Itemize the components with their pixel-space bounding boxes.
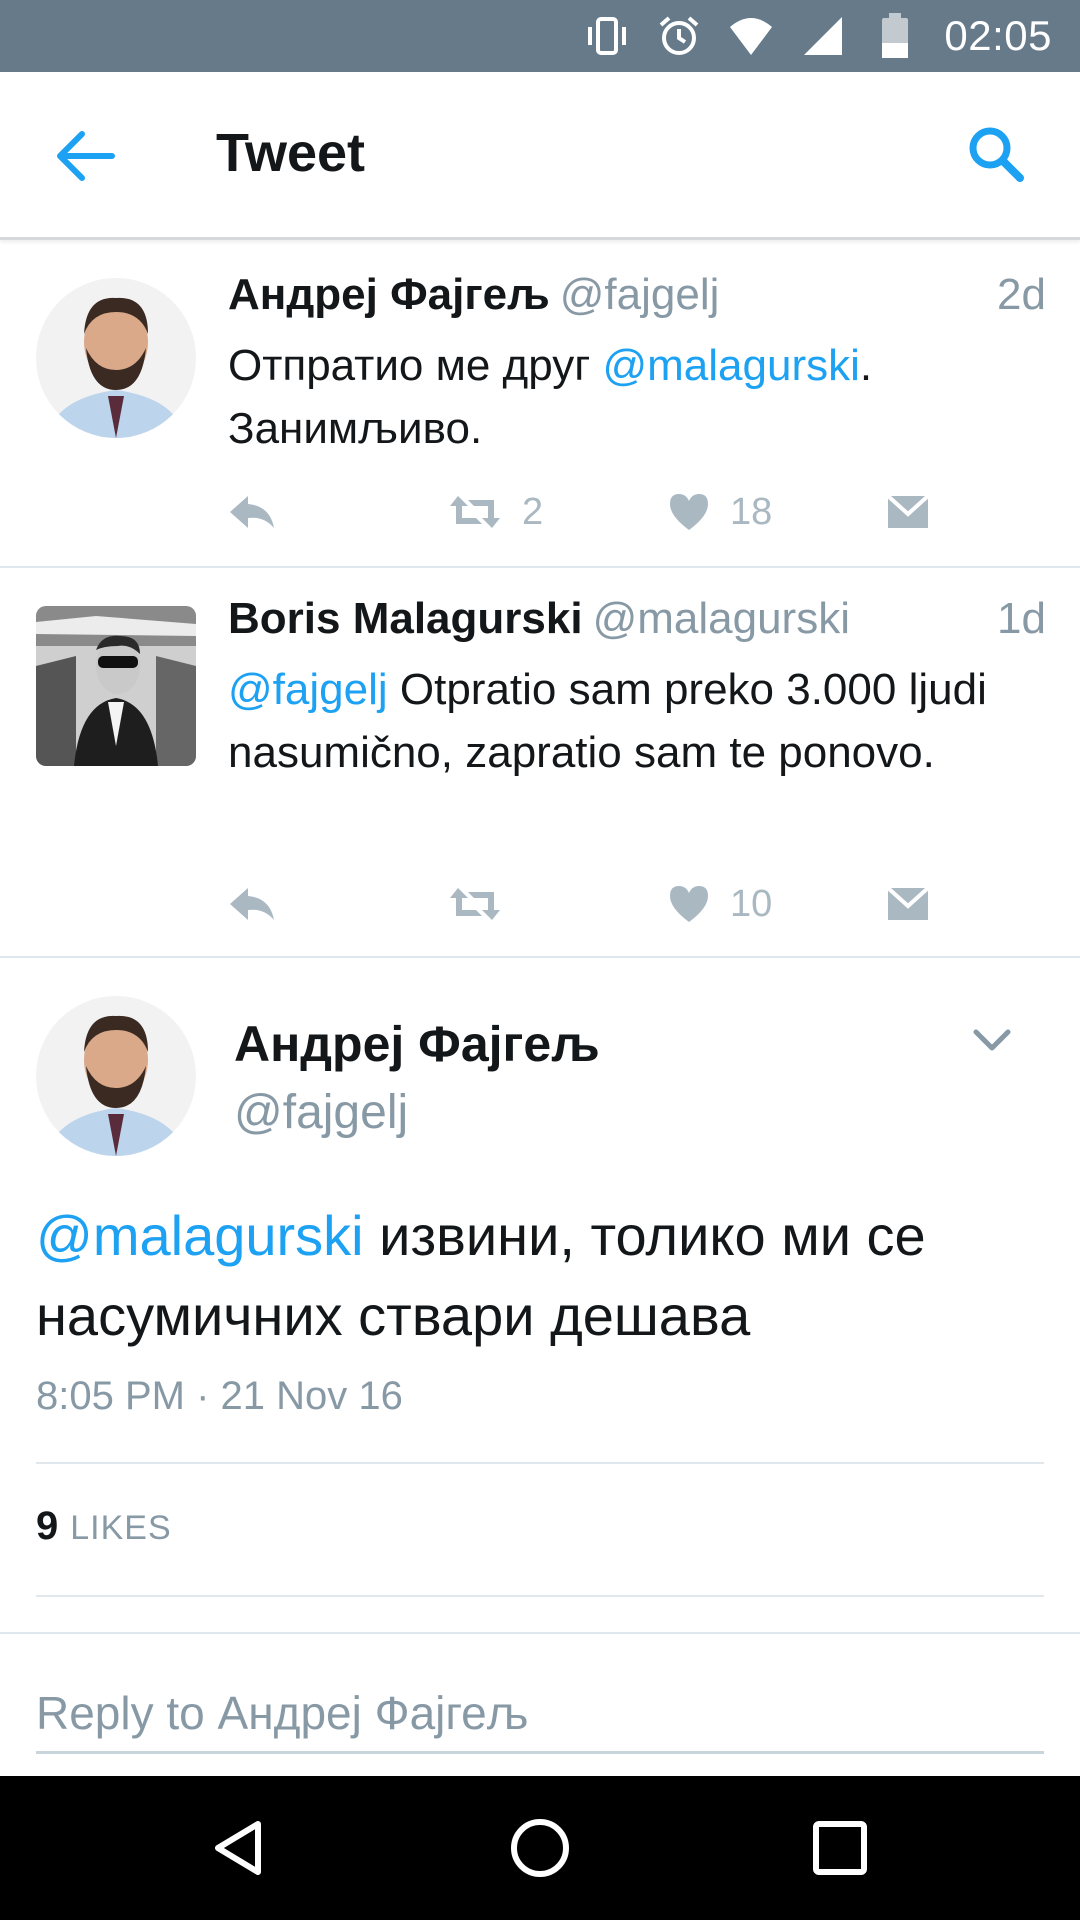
likes-count: 9 bbox=[36, 1504, 59, 1548]
mention-link[interactable]: @fajgelj bbox=[228, 665, 388, 714]
system-nav-bar bbox=[0, 1776, 1080, 1920]
avatar[interactable] bbox=[36, 606, 196, 766]
mention-link[interactable]: @malagurski bbox=[602, 341, 859, 390]
likes-summary[interactable]: 9 LIKES bbox=[36, 1504, 172, 1549]
heart-icon bbox=[670, 494, 708, 530]
heart-icon bbox=[670, 886, 708, 922]
signal-icon bbox=[800, 13, 846, 59]
reply-button[interactable] bbox=[228, 874, 276, 934]
retweet-button[interactable] bbox=[448, 874, 522, 934]
recents-square-icon[interactable] bbox=[808, 1816, 872, 1880]
page-title: Tweet bbox=[216, 123, 366, 183]
tweet-text-part: Отпратио ме друг bbox=[228, 341, 603, 390]
wifi-icon bbox=[728, 13, 774, 59]
reply-tweet-1[interactable]: Андреј Фајгељ @fajgelj 2d Отпратио ме дру… bbox=[0, 242, 1080, 568]
main-author-handle[interactable]: @fajgelj bbox=[234, 1085, 408, 1140]
home-circle-icon[interactable] bbox=[508, 1816, 572, 1880]
like-button[interactable]: 18 bbox=[668, 482, 772, 542]
envelope-icon bbox=[886, 494, 930, 528]
back-arrow-icon[interactable] bbox=[56, 128, 116, 184]
tweet-text: Отпратио ме друг @malagurski. Занимљиво. bbox=[228, 334, 1040, 460]
like-count: 18 bbox=[730, 490, 773, 533]
divider bbox=[36, 1595, 1044, 1597]
vibrate-icon bbox=[584, 13, 630, 59]
reply-composer bbox=[0, 1632, 1080, 1776]
tweet-author-handle[interactable]: @malagurski bbox=[593, 594, 850, 643]
tweet-timestamp: 8:05 PM · 21 Nov 16 bbox=[36, 1374, 403, 1418]
like-count: 10 bbox=[730, 882, 773, 925]
avatar[interactable] bbox=[36, 278, 196, 438]
direct-message-button[interactable] bbox=[886, 482, 930, 542]
like-button[interactable]: 10 bbox=[668, 874, 772, 934]
tweet-author-name[interactable]: Boris Malagurski bbox=[228, 594, 583, 643]
reply-input[interactable] bbox=[36, 1674, 1044, 1754]
back-triangle-icon[interactable] bbox=[208, 1816, 272, 1880]
reply-tweet-2[interactable]: Boris Malagurski @malagurski 1d @fajgelj … bbox=[0, 568, 1080, 958]
tweet-author-handle[interactable]: @fajgelj bbox=[560, 270, 720, 319]
retweet-icon bbox=[450, 888, 500, 920]
status-clock: 02:05 bbox=[944, 12, 1052, 59]
tweet-age: 2d bbox=[997, 270, 1046, 319]
tweet-actions: 10 bbox=[228, 874, 1040, 934]
app-bar: Tweet bbox=[0, 72, 1080, 240]
likes-label: LIKES bbox=[70, 1509, 172, 1547]
reply-button[interactable] bbox=[228, 482, 276, 542]
direct-message-button[interactable] bbox=[886, 874, 930, 934]
tweet-actions: 2 18 bbox=[228, 482, 1040, 542]
tweet-age: 1d bbox=[997, 594, 1046, 643]
mention-link[interactable]: @malagurski bbox=[36, 1204, 364, 1267]
reply-icon bbox=[230, 888, 274, 920]
avatar[interactable] bbox=[36, 996, 196, 1156]
battery-icon bbox=[872, 13, 918, 59]
alarm-icon bbox=[656, 13, 702, 59]
reply-icon bbox=[230, 496, 274, 528]
tweet-header: Андреј Фајгељ @fajgelj 2d bbox=[228, 270, 1046, 330]
status-bar: 02:05 bbox=[0, 0, 1080, 72]
search-icon[interactable] bbox=[966, 124, 1026, 184]
tweet-detail-screen: 02:05 Tweet Андреј Фајгељ @fajgelj 2d От… bbox=[0, 0, 1080, 1920]
tweet-header: Boris Malagurski @malagurski 1d bbox=[228, 594, 1046, 654]
retweet-count: 2 bbox=[522, 490, 544, 533]
tweet-author-name[interactable]: Андреј Фајгељ bbox=[228, 270, 550, 319]
envelope-icon bbox=[886, 886, 930, 920]
retweet-button[interactable]: 2 bbox=[448, 482, 543, 542]
divider bbox=[36, 1462, 1044, 1464]
main-tweet-text: @malagurski извини, толико ми се насумич… bbox=[36, 1196, 1040, 1356]
retweet-icon bbox=[450, 496, 500, 528]
chevron-down-icon[interactable] bbox=[970, 1020, 1014, 1060]
main-author-name[interactable]: Андреј Фајгељ bbox=[234, 1015, 600, 1073]
tweet-text: @fajgelj Otpratio sam preko 3.000 ljudi … bbox=[228, 658, 1040, 784]
